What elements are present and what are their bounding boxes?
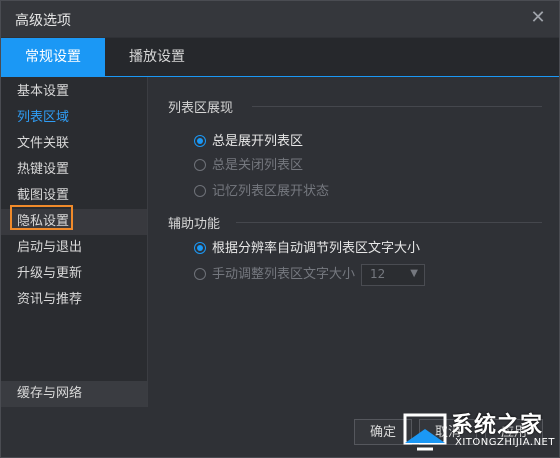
radio-label: 根据分辨率自动调节列表区文字大小 xyxy=(212,241,421,256)
radio-label: 总是展开列表区 xyxy=(212,134,304,149)
sidebar-item-startup-exit[interactable]: 启动与退出 xyxy=(1,235,147,261)
sidebar-item-screenshot[interactable]: 截图设置 xyxy=(1,183,147,209)
title-bar: 高级选项 ✕ xyxy=(1,1,559,37)
chevron-down-icon: ▼ xyxy=(410,268,418,279)
watermark-brand: 系统之家 xyxy=(451,413,544,438)
section-divider xyxy=(252,106,542,107)
sidebar-item-upgrade-update[interactable]: 升级与更新 xyxy=(1,261,147,287)
radio-button[interactable] xyxy=(194,185,206,197)
sidebar-item-file-association[interactable]: 文件关联 xyxy=(1,131,147,157)
tab-bar: 常规设置 播放设置 xyxy=(1,38,559,77)
radio-button[interactable] xyxy=(194,242,206,254)
sidebar-item-list-area[interactable]: 列表区域 xyxy=(1,105,147,131)
radio-button[interactable] xyxy=(194,268,206,280)
advanced-options-dialog: 高级选项 ✕ 常规设置 播放设置 基本设置 列表区域 文件关联 热键设置 截图设… xyxy=(0,0,560,458)
tab-general-settings[interactable]: 常规设置 xyxy=(1,38,105,76)
tab-playback-settings[interactable]: 播放设置 xyxy=(105,38,209,76)
radio-label: 记忆列表区展开状态 xyxy=(212,184,330,199)
radio-button[interactable] xyxy=(194,159,206,171)
section-divider xyxy=(236,222,542,223)
watermark-site: XITONGZHIJIA.NET xyxy=(455,437,555,448)
settings-panel: 列表区展现 总是展开列表区 总是关闭列表区 记忆列表区展开状态 辅助功能 根据分… xyxy=(148,77,559,407)
close-icon[interactable]: ✕ xyxy=(529,9,547,27)
font-size-value: 12 xyxy=(370,267,386,281)
watermark: 系统之家 XITONGZHIJIA.NET xyxy=(399,405,555,453)
sidebar-item-cache-network[interactable]: 缓存与网络 xyxy=(1,381,147,407)
sidebar-item-hotkeys[interactable]: 热键设置 xyxy=(1,157,147,183)
watermark-logo-icon xyxy=(403,413,447,451)
font-size-select[interactable]: 12 ▼ xyxy=(361,264,425,286)
sidebar-item-privacy[interactable]: 隐私设置 xyxy=(1,209,147,235)
sidebar-item-news-recommend[interactable]: 资讯与推荐 xyxy=(1,287,147,313)
sidebar-item-basic[interactable]: 基本设置 xyxy=(1,79,147,105)
section-title-list-display: 列表区展现 xyxy=(168,101,234,116)
sidebar: 基本设置 列表区域 文件关联 热键设置 截图设置 隐私设置 启动与退出 升级与更… xyxy=(1,77,148,407)
radio-label: 手动调整列表区文字大小 xyxy=(212,267,356,282)
dialog-title: 高级选项 xyxy=(15,13,71,29)
radio-label: 总是关闭列表区 xyxy=(212,158,304,173)
section-title-assist: 辅助功能 xyxy=(168,217,221,232)
radio-button[interactable] xyxy=(194,135,206,147)
